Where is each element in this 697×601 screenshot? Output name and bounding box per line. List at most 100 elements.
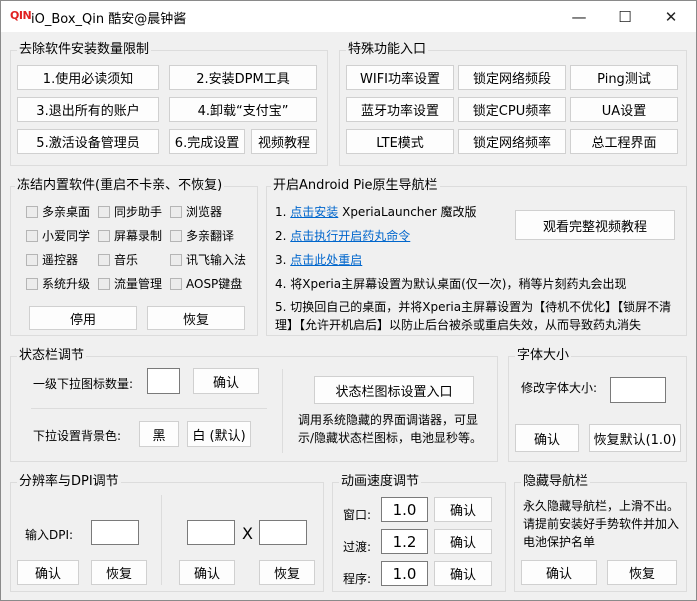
freeze-checkbox[interactable]: AOSP键盘 xyxy=(170,275,242,292)
freeze-checkbox[interactable]: 多亲桌面 xyxy=(26,203,90,220)
install-limit-title: 去除软件安装数量限制 xyxy=(17,42,152,58)
lock-band-button[interactable]: 锁定网络频段 xyxy=(458,65,566,90)
freeze-checkbox[interactable]: 讯飞输入法 xyxy=(170,251,246,268)
animation-speed-group: 动画速度调节 窗口: 1.0 确认 过渡: 1.2 确认 程序: 1.0 确认 xyxy=(332,474,506,592)
transition-scale-input[interactable]: 1.2 xyxy=(381,529,428,554)
enable-pill-link[interactable]: 点击执行开启药丸命令 xyxy=(290,229,410,243)
activate-admin-button[interactable]: 5.激活设备管理员 xyxy=(17,129,159,154)
logout-accounts-button[interactable]: 3.退出所有的账户 xyxy=(17,97,159,122)
read-notice-button[interactable]: 1.使用必读须知 xyxy=(17,65,159,90)
restore-apps-button[interactable]: 恢复 xyxy=(147,306,245,330)
checkbox-box[interactable] xyxy=(170,229,182,242)
hide-navbar-title: 隐藏导航栏 xyxy=(521,474,591,490)
checkbox-box[interactable] xyxy=(98,229,110,242)
engineering-menu-button[interactable]: 总工程界面 xyxy=(570,129,678,154)
window-scale-input[interactable]: 1.0 xyxy=(381,497,428,522)
resolution-confirm-button[interactable]: 确认 xyxy=(179,560,235,585)
bg-color-label: 下拉设置背景色: xyxy=(33,429,122,443)
resolution-height-input[interactable] xyxy=(259,520,307,545)
freeze-checkbox[interactable]: 多亲翻译 xyxy=(170,227,234,244)
font-size-confirm-button[interactable]: 确认 xyxy=(515,424,579,452)
special-functions-title: 特殊功能入口 xyxy=(346,42,429,58)
lock-cpu-button[interactable]: 锁定CPU频率 xyxy=(458,97,566,122)
uninstall-alipay-button[interactable]: 4.卸载“支付宝” xyxy=(169,97,317,122)
checkbox-box[interactable] xyxy=(98,205,110,218)
full-video-button[interactable]: 观看完整视频教程 xyxy=(515,210,675,240)
resolution-restore-button[interactable]: 恢复 xyxy=(259,560,315,585)
freeze-checkbox[interactable]: 音乐 xyxy=(98,251,138,268)
hide-navbar-restore-button[interactable]: 恢复 xyxy=(607,560,677,585)
freeze-checkbox[interactable]: 屏幕录制 xyxy=(98,227,162,244)
window-title: iO_Box_Qin 酷安@晨钟酱 xyxy=(31,12,187,27)
checkbox-box[interactable] xyxy=(26,277,38,290)
step5-line2: 理】【允许开机启后】以防止后台被杀或重启失效，从而导致药丸消失 xyxy=(275,318,642,332)
close-icon: ✕ xyxy=(664,7,678,26)
transition-scale-label: 过渡: xyxy=(343,540,372,554)
freeze-checkbox[interactable]: 流量管理 xyxy=(98,275,162,292)
ping-test-button[interactable]: Ping测试 xyxy=(570,65,678,90)
resolution-dpi-title: 分辨率与DPI调节 xyxy=(17,474,121,490)
checkbox-box[interactable] xyxy=(98,253,110,266)
app-logo-icon: QIN xyxy=(10,9,32,22)
resolution-width-input[interactable] xyxy=(187,520,235,545)
statusbar-desc-line2: 示/隐藏状态栏图标，电池显秒等。 xyxy=(298,431,483,445)
checkbox-label: 音乐 xyxy=(114,253,139,267)
white-bg-button[interactable]: 白 (默认) xyxy=(187,421,251,447)
checkbox-label: 流量管理 xyxy=(114,277,163,291)
freeze-apps-title: 冻结内置软件(重启不卡亲、不恢复) xyxy=(15,178,225,194)
checkbox-label: 遥控器 xyxy=(42,253,79,267)
resolution-x-label: X xyxy=(242,524,253,543)
freeze-checkbox[interactable]: 遥控器 xyxy=(26,251,78,268)
install-limit-group: 去除软件安装数量限制 1.使用必读须知 2.安装DPM工具 3.退出所有的账户 … xyxy=(10,42,328,166)
window-scale-confirm-button[interactable]: 确认 xyxy=(434,497,492,522)
checkbox-box[interactable] xyxy=(26,253,38,266)
icon-count-input[interactable] xyxy=(147,368,180,394)
divider xyxy=(161,495,162,585)
checkbox-box[interactable] xyxy=(98,277,110,290)
wifi-power-button[interactable]: WIFI功率设置 xyxy=(346,65,454,90)
finish-setup-button[interactable]: 6.完成设置 xyxy=(169,129,245,154)
freeze-checkbox[interactable]: 浏览器 xyxy=(170,203,222,220)
dpi-input[interactable] xyxy=(91,520,139,545)
checkbox-box[interactable] xyxy=(170,253,182,266)
freeze-checkbox[interactable]: 小爱同学 xyxy=(26,227,90,244)
step3-text: 3. 点击此处重启 xyxy=(275,253,363,267)
close-button[interactable]: ✕ xyxy=(648,1,694,32)
statusbar-icon-entry-button[interactable]: 状态栏图标设置入口 xyxy=(314,376,474,404)
font-size-label: 修改字体大小: xyxy=(521,381,598,395)
font-size-restore-button[interactable]: 恢复默认(1.0) xyxy=(589,424,681,452)
android-pie-group: 开启Android Pie原生导航栏 1. 点击安装 XperiaLaunche… xyxy=(266,178,687,336)
freeze-checkbox[interactable]: 同步助手 xyxy=(98,203,162,220)
maximize-icon: ☐ xyxy=(618,7,632,26)
black-bg-button[interactable]: 黑 xyxy=(139,421,179,447)
freeze-checkbox[interactable]: 系统升级 xyxy=(26,275,90,292)
transition-scale-confirm-button[interactable]: 确认 xyxy=(434,529,492,554)
statusbar-title: 状态栏调节 xyxy=(17,348,87,364)
lock-frequency-button[interactable]: 锁定网络频率 xyxy=(458,129,566,154)
lte-mode-button[interactable]: LTE模式 xyxy=(346,129,454,154)
hide-navbar-confirm-button[interactable]: 确认 xyxy=(521,560,597,585)
install-launcher-link[interactable]: 点击安装 xyxy=(290,205,338,219)
ua-settings-button[interactable]: UA设置 xyxy=(570,97,678,122)
checkbox-label: 多亲桌面 xyxy=(42,205,91,219)
install-dpm-button[interactable]: 2.安装DPM工具 xyxy=(169,65,317,90)
minimize-button[interactable]: — xyxy=(556,1,602,32)
hide-navbar-desc-line2: 请提前安装好手势软件并加入 xyxy=(523,517,680,531)
animator-scale-input[interactable]: 1.0 xyxy=(381,561,428,586)
checkbox-box[interactable] xyxy=(170,205,182,218)
video-tutorial-button[interactable]: 视频教程 xyxy=(251,129,317,154)
icon-count-confirm-button[interactable]: 确认 xyxy=(193,368,259,394)
dpi-restore-button[interactable]: 恢复 xyxy=(91,560,147,585)
checkbox-box[interactable] xyxy=(26,229,38,242)
maximize-button[interactable]: ☐ xyxy=(602,1,648,32)
checkbox-label: AOSP键盘 xyxy=(186,277,243,291)
animator-scale-confirm-button[interactable]: 确认 xyxy=(434,561,492,586)
checkbox-box[interactable] xyxy=(170,277,182,290)
checkbox-box[interactable] xyxy=(26,205,38,218)
disable-apps-button[interactable]: 停用 xyxy=(29,306,137,330)
reboot-link[interactable]: 点击此处重启 xyxy=(290,253,362,267)
divider xyxy=(282,369,283,453)
font-size-input[interactable] xyxy=(610,377,666,403)
dpi-confirm-button[interactable]: 确认 xyxy=(17,560,79,585)
bluetooth-power-button[interactable]: 蓝牙功率设置 xyxy=(346,97,454,122)
